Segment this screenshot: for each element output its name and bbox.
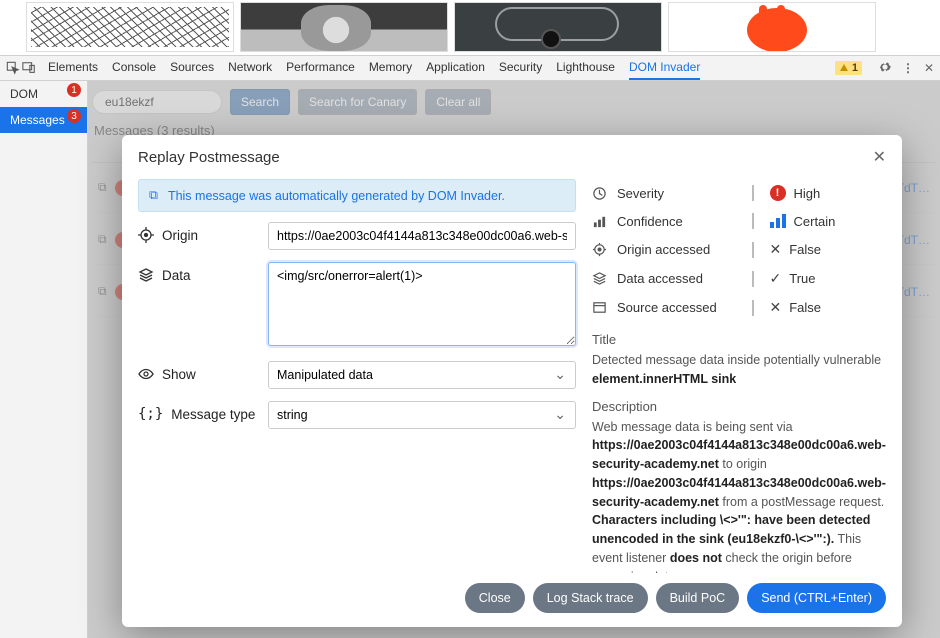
origin-input[interactable] xyxy=(268,222,576,250)
kebab-icon[interactable]: ⋮ xyxy=(902,61,914,75)
tab-dom-invader[interactable]: DOM Invader xyxy=(629,56,700,80)
close-devtools-icon[interactable]: ✕ xyxy=(924,61,934,75)
value-origin-accessed: False xyxy=(789,242,821,257)
tab-elements[interactable]: Elements xyxy=(48,56,98,80)
title-section-body: Detected message data inside potentially… xyxy=(592,351,886,389)
x-icon: ✕ xyxy=(770,299,782,316)
build-poc-button[interactable]: Build PoC xyxy=(656,583,740,613)
close-icon[interactable]: ✕ xyxy=(873,147,886,167)
gear-icon[interactable] xyxy=(878,60,892,77)
data-textarea[interactable]: <span class="wavy">img</span>/src/<span … xyxy=(268,262,576,346)
braces-icon: {;} xyxy=(138,406,163,422)
inspect-icon[interactable] xyxy=(6,61,20,75)
copy-icon[interactable]: ⧉ xyxy=(149,188,158,203)
value-data-accessed: True xyxy=(789,271,815,286)
check-icon: ✓ xyxy=(770,270,782,287)
tab-lighthouse[interactable]: Lighthouse xyxy=(556,56,615,80)
count-badge: 3 xyxy=(67,109,81,123)
label-severity: Severity xyxy=(617,186,664,201)
warnings-badge[interactable]: 1 xyxy=(835,61,862,75)
clock-icon xyxy=(592,186,607,201)
label-data-accessed: Data accessed xyxy=(617,271,703,286)
sidebar-item-label: Messages xyxy=(10,113,65,127)
info-banner: ⧉ This message was automatically generat… xyxy=(138,179,576,212)
section-heading-description: Description xyxy=(592,399,886,414)
devtools-tabstrip: Elements Console Sources Network Perform… xyxy=(0,55,940,81)
sidebar-item-dom[interactable]: DOM 1 xyxy=(0,81,87,107)
layers-icon xyxy=(592,271,607,286)
tab-memory[interactable]: Memory xyxy=(369,56,412,80)
show-select[interactable]: Manipulated data xyxy=(268,361,576,389)
replay-postmessage-modal: Replay Postmessage ✕ ⧉ This message was … xyxy=(122,135,902,627)
target-icon xyxy=(138,227,154,243)
tab-sources[interactable]: Sources xyxy=(170,56,214,80)
modal-title: Replay Postmessage xyxy=(138,149,280,166)
description-body: Web message data is being sent via https… xyxy=(592,418,886,574)
dominvader-sidebar: DOM 1 Messages 3 xyxy=(0,81,88,638)
label-show: Show xyxy=(162,367,196,382)
target-icon xyxy=(592,242,607,257)
label-origin-accessed: Origin accessed xyxy=(617,242,710,257)
label-message-type: Message type xyxy=(171,407,255,422)
sidebar-item-label: DOM xyxy=(10,87,38,101)
x-icon: ✕ xyxy=(770,241,782,258)
value-confidence: Certain xyxy=(794,214,836,229)
close-button[interactable]: Close xyxy=(465,583,525,613)
device-icon[interactable] xyxy=(22,61,36,75)
thumbnail[interactable] xyxy=(240,2,448,52)
thumbnail[interactable] xyxy=(26,2,234,52)
label-confidence: Confidence xyxy=(617,214,683,229)
warning-icon: ! xyxy=(770,185,786,201)
message-type-select[interactable]: string xyxy=(268,401,576,429)
log-stacktrace-button[interactable]: Log Stack trace xyxy=(533,583,648,613)
bars-icon xyxy=(592,214,607,229)
image-thumbnails xyxy=(0,0,940,55)
tab-performance[interactable]: Performance xyxy=(286,56,355,80)
label-origin: Origin xyxy=(162,228,198,243)
value-severity: High xyxy=(794,186,821,201)
confidence-bars-icon xyxy=(770,214,786,228)
label-data: Data xyxy=(162,268,191,283)
layers-icon xyxy=(138,267,154,283)
value-source-accessed: False xyxy=(789,300,821,315)
window-icon xyxy=(592,300,607,315)
eye-icon xyxy=(138,366,154,382)
send-button[interactable]: Send (CTRL+Enter) xyxy=(747,583,886,613)
info-banner-text: This message was automatically generated… xyxy=(168,189,505,203)
warnings-count: 1 xyxy=(852,62,858,74)
section-heading-title: Title xyxy=(592,332,886,347)
thumbnail[interactable] xyxy=(454,2,662,52)
tab-console[interactable]: Console xyxy=(112,56,156,80)
tab-application[interactable]: Application xyxy=(426,56,485,80)
tab-network[interactable]: Network xyxy=(228,56,272,80)
thumbnail[interactable] xyxy=(668,2,876,52)
sidebar-item-messages[interactable]: Messages 3 xyxy=(0,107,87,133)
count-badge: 1 xyxy=(67,83,81,97)
tab-security[interactable]: Security xyxy=(499,56,542,80)
label-source-accessed: Source accessed xyxy=(617,300,717,315)
